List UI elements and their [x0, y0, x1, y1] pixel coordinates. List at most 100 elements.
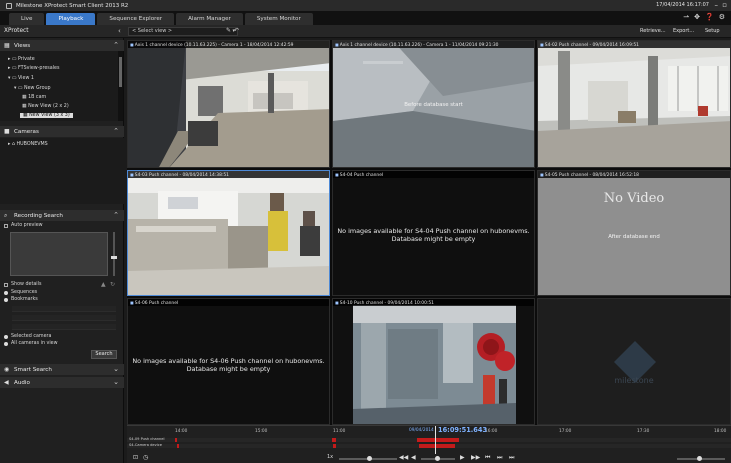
- timeline-track-1[interactable]: S4-09 Push channel: [127, 437, 731, 442]
- search-button[interactable]: Search: [91, 350, 117, 359]
- audio-header[interactable]: ◀ Audio ⌄: [0, 377, 124, 388]
- tile-caption: S4-04 Push channel: [333, 171, 534, 178]
- search-field-1[interactable]: [12, 306, 116, 312]
- checkbox-icon: [4, 223, 8, 228]
- camera-tile-3[interactable]: S4-02 Push channel - 09/04/2014 16:09:51: [537, 40, 731, 168]
- skip-end-icon[interactable]: ⏭: [509, 454, 514, 462]
- preview-slider[interactable]: [111, 232, 117, 276]
- reverse-icon[interactable]: ◀: [411, 454, 416, 461]
- restore-icon[interactable]: ▫: [722, 1, 727, 9]
- arrow-icon[interactable]: ⇀: [683, 13, 689, 21]
- minimize-icon[interactable]: –: [715, 1, 719, 9]
- views-title: Views: [14, 42, 31, 49]
- speed-slider[interactable]: [339, 456, 397, 461]
- play-reverse-icon[interactable]: ◀◀: [399, 454, 408, 461]
- speaker-icon: ◀: [4, 379, 9, 386]
- smart-search-title: Smart Search: [14, 366, 52, 373]
- tile-status-message: No images available for S4-04 Push chann…: [337, 227, 530, 243]
- camera-3-image: [538, 41, 730, 167]
- settings-icon[interactable]: ⚙: [719, 13, 725, 21]
- camera-tile-5[interactable]: S4-04 Push channel No images available f…: [332, 170, 535, 296]
- chevron-up-icon[interactable]: ⌃: [113, 127, 119, 135]
- chevron-up-icon[interactable]: ⌃: [113, 41, 119, 49]
- playback-timeline[interactable]: 14:00 15:00 11:00 16:00 17:00 17:30 18:0…: [127, 425, 731, 463]
- clock-icon[interactable]: ◷: [143, 454, 148, 461]
- chevron-down-icon[interactable]: ⌄: [113, 365, 119, 373]
- camera-1-image: [128, 41, 329, 167]
- tab-playback[interactable]: Playback: [46, 13, 96, 25]
- views-scrollbar[interactable]: [118, 51, 123, 121]
- view-selector[interactable]: < Select view >: [128, 27, 238, 36]
- tab-system-monitor[interactable]: System Monitor: [244, 13, 313, 25]
- preview-area: [10, 232, 108, 276]
- window-title: Milestone XProtect Smart Client 2013 R2: [16, 2, 129, 9]
- tree-item-ftsview[interactable]: ▸ ▭ FTSview-presales: [8, 66, 60, 71]
- play-icon[interactable]: ▶: [460, 454, 465, 461]
- camera-4-image: [128, 171, 329, 295]
- bookmarks-radio[interactable]: Bookmarks: [4, 297, 38, 302]
- zoom-slider[interactable]: [677, 456, 725, 461]
- tree-item-new-group[interactable]: ▾ ▭ New Group: [14, 86, 51, 91]
- app-logo-icon: [6, 2, 12, 9]
- refresh-icon[interactable]: ↻: [110, 281, 115, 288]
- grid-icon: ▦: [4, 42, 10, 49]
- next-sequence-icon[interactable]: ⏭: [497, 454, 502, 462]
- tree-item-1b-cam[interactable]: ▦ 1B cam: [22, 95, 46, 100]
- search-field-3[interactable]: [12, 324, 116, 330]
- views-tree: ▸ ▭ Private ▸ ▭ FTSview-presales ▾ ▭ Vie…: [0, 51, 118, 121]
- timeline-track-2[interactable]: S4-Camera device: [127, 443, 731, 448]
- tile-status-message: No images available for S4-06 Push chann…: [132, 357, 325, 373]
- tab-live[interactable]: Live: [9, 13, 45, 25]
- auto-preview-checkbox[interactable]: Auto preview: [4, 223, 43, 228]
- smart-search-header[interactable]: ◉ Smart Search ⌄: [0, 364, 124, 375]
- camera-icon[interactable]: ⊡: [133, 454, 138, 461]
- collapse-panel-icon[interactable]: ‹: [118, 27, 121, 35]
- selected-camera-radio[interactable]: Selected camera: [4, 334, 51, 339]
- milestone-logo-icon: [614, 341, 656, 383]
- chevron-up-icon[interactable]: ⌃: [113, 211, 119, 219]
- previous-sequence-icon[interactable]: ⏮: [485, 454, 490, 462]
- retrieve-button[interactable]: Retrieve...: [640, 28, 666, 34]
- chevron-down-icon[interactable]: ⌄: [113, 378, 119, 386]
- camera-tile-8[interactable]: S4-10 Push channel - 09/04/2014 10:00:51: [332, 298, 535, 425]
- camera-tile-2[interactable]: Axis 1 channel device (10.11.63.226) - C…: [332, 40, 535, 168]
- tree-item-hubonevms[interactable]: ▸ ⌂ HUBONEVMS: [8, 142, 48, 147]
- cameras-title: Cameras: [14, 128, 39, 135]
- fast-forward-icon[interactable]: ▶▶: [471, 454, 480, 461]
- show-details-checkbox[interactable]: Show details: [4, 282, 41, 287]
- camera-8-image: [333, 299, 534, 424]
- tree-item-private[interactable]: ▸ ▭ Private: [8, 57, 35, 62]
- toolbar-icons: ⇀ ✥ ❓ ⚙: [683, 13, 725, 21]
- search-field-2[interactable]: [12, 315, 116, 321]
- tick-label: 17:00: [559, 429, 572, 434]
- timeline-time: 16:09:51.643: [438, 426, 488, 434]
- expand-icon[interactable]: ✥: [694, 13, 700, 21]
- tree-item-view1[interactable]: ▾ ▭ View 1: [8, 76, 34, 81]
- setup-button[interactable]: Setup: [705, 28, 720, 34]
- pin-icon[interactable]: ✎: [226, 27, 231, 34]
- all-cameras-radio[interactable]: All cameras in view: [4, 341, 58, 346]
- workspace-header: XProtect ‹ < Select view > ✎ ↶ Retrieve.…: [0, 25, 731, 38]
- undo-icon[interactable]: ↶: [234, 27, 239, 34]
- tab-alarm-manager[interactable]: Alarm Manager: [176, 13, 243, 25]
- views-panel-header[interactable]: ▦ Views ⌃: [0, 40, 124, 51]
- playhead[interactable]: [435, 426, 436, 454]
- export-button[interactable]: Export...: [673, 28, 694, 34]
- cameras-panel-header[interactable]: ■ Cameras ⌃: [0, 126, 124, 137]
- tick-label: 18:00: [714, 429, 727, 434]
- help-icon[interactable]: ❓: [705, 13, 714, 21]
- recording-search-header[interactable]: ⌕ Recording Search ⌃: [0, 210, 124, 221]
- recording-search-title: Recording Search: [14, 212, 63, 219]
- camera-tile-9[interactable]: milestone: [537, 298, 731, 425]
- camera-tile-4[interactable]: S4-03 Push channel - 08/04/2014 14:38:51: [127, 170, 330, 296]
- main-tab-bar: Live Playback Sequence Explorer Alarm Ma…: [0, 11, 731, 25]
- tab-sequence-explorer[interactable]: Sequence Explorer: [97, 13, 175, 25]
- camera-tile-6[interactable]: S4-05 Push channel - 08/04/2014 16:52:18…: [537, 170, 731, 296]
- tree-item-view-3x3[interactable]: ▦ New View (3 x 3): [20, 113, 73, 118]
- sequences-radio[interactable]: Sequences: [4, 290, 37, 295]
- camera-tile-7[interactable]: S4-06 Push channel No images available f…: [127, 298, 330, 425]
- jog-slider[interactable]: [421, 456, 455, 461]
- camera-tile-1[interactable]: Axis 1 channel device (10.11.63.225) - C…: [127, 40, 330, 168]
- triangle-icon[interactable]: ▲: [101, 281, 106, 288]
- tree-item-view-2x2[interactable]: ▦ New View (2 x 2): [22, 104, 69, 109]
